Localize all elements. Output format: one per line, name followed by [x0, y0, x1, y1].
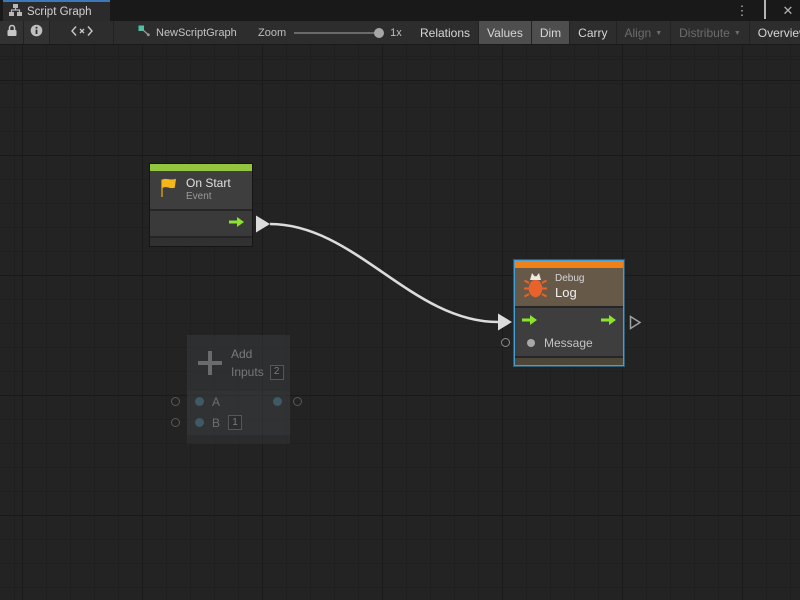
message-port-label: Message — [544, 336, 593, 350]
flow-output-port[interactable] — [228, 215, 245, 233]
port-a-outer-ring[interactable] — [171, 397, 180, 406]
graph-reference[interactable]: NewScriptGraph — [138, 21, 237, 44]
input-port-a[interactable] — [195, 397, 204, 406]
event-color-bar — [150, 164, 252, 171]
node-title: Add — [231, 347, 284, 362]
port-row-a: A — [187, 391, 290, 412]
connection-wire — [0, 45, 800, 600]
window-controls: ⋮ ✕ — [734, 0, 796, 21]
add-preview-body: A B 1 — [187, 391, 290, 435]
graph-canvas[interactable]: On Start Event — [0, 45, 800, 600]
on-start-body — [150, 209, 252, 236]
lock-button[interactable] — [0, 21, 24, 44]
script-graph-icon — [9, 3, 22, 21]
bug-icon — [523, 270, 548, 304]
on-start-footer — [150, 236, 252, 246]
port-b-value-field[interactable]: 1 — [228, 415, 242, 430]
plus-icon — [197, 350, 223, 376]
info-icon — [30, 24, 43, 42]
distribute-dropdown[interactable]: Distribute ▼ — [671, 21, 750, 44]
wire-start-arrowhead — [256, 216, 270, 233]
distribute-label: Distribute — [679, 26, 730, 40]
node-subtitle: Event — [186, 191, 231, 204]
title-bar: Script Graph ⋮ ✕ — [0, 0, 800, 21]
debug-log-body: Message — [515, 306, 623, 356]
align-dropdown[interactable]: Align ▼ — [617, 21, 672, 44]
inputs-count-field[interactable]: 2 — [270, 365, 284, 380]
toolbar-left-group — [0, 21, 114, 44]
wire-end-arrowhead — [498, 314, 512, 331]
add-preview-footer — [187, 435, 290, 444]
info-button[interactable] — [24, 21, 50, 44]
zoom-slider-handle[interactable] — [374, 28, 384, 38]
relations-button[interactable]: Relations — [412, 21, 479, 44]
lock-icon — [6, 24, 18, 42]
graph-toolbar: NewScriptGraph Zoom 1x Relations Values … — [0, 21, 800, 45]
close-icon[interactable]: ✕ — [780, 0, 796, 21]
input-port-b[interactable] — [195, 418, 204, 427]
flow-output-port[interactable] — [600, 313, 617, 331]
debug-log-footer — [515, 356, 623, 365]
values-button[interactable]: Values — [479, 21, 532, 44]
message-input-port[interactable] — [527, 339, 535, 347]
code-brackets-icon — [71, 24, 93, 42]
flow-input-port[interactable] — [521, 313, 538, 331]
align-label: Align — [625, 26, 652, 40]
port-b-outer-ring[interactable] — [171, 418, 180, 427]
output-port[interactable] — [273, 397, 282, 406]
zoom-label: Zoom — [258, 27, 286, 39]
graph-name-label: NewScriptGraph — [156, 27, 237, 39]
zoom-control: Zoom 1x — [258, 21, 402, 44]
maximize-icon[interactable] — [757, 0, 773, 21]
node-title: On Start — [186, 176, 231, 191]
code-view-button[interactable] — [50, 21, 114, 44]
carry-button[interactable]: Carry — [570, 21, 616, 44]
zoom-slider[interactable] — [294, 32, 382, 34]
node-add-preview[interactable]: Add Inputs 2 A B 1 — [187, 335, 290, 444]
flow-output-outer-triangle[interactable] — [629, 315, 642, 330]
chevron-down-icon: ▼ — [734, 30, 741, 37]
inputs-label: Inputs — [231, 365, 264, 380]
on-start-header: On Start Event — [150, 171, 252, 209]
node-title: Log — [555, 285, 584, 301]
debug-color-bar — [515, 261, 623, 268]
message-port-outer-ring[interactable] — [501, 338, 510, 347]
tab-script-graph[interactable]: Script Graph — [3, 0, 110, 21]
node-subtitle: Debug — [555, 273, 584, 286]
more-menu-icon[interactable]: ⋮ — [734, 0, 750, 21]
dim-button[interactable]: Dim — [532, 21, 570, 44]
overview-button[interactable]: Overview — [750, 21, 800, 44]
graph-asset-icon — [138, 24, 150, 42]
debug-log-header: Debug Log — [515, 268, 623, 306]
tab-title: Script Graph — [27, 6, 92, 18]
port-row-b: B 1 — [187, 412, 290, 433]
output-port-outer-ring[interactable] — [293, 397, 302, 406]
add-preview-header: Add Inputs 2 — [187, 335, 290, 391]
flag-icon — [158, 176, 179, 205]
node-on-start[interactable]: On Start Event — [149, 163, 253, 247]
node-debug-log[interactable]: Debug Log — [514, 260, 624, 366]
port-a-label: A — [212, 395, 220, 409]
port-b-label: B — [212, 416, 220, 430]
script-graph-window: Script Graph ⋮ ✕ — [0, 0, 800, 600]
zoom-value: 1x — [390, 27, 402, 39]
chevron-down-icon: ▼ — [655, 30, 662, 37]
toolbar-right-group: Relations Values Dim Carry Align ▼ Distr… — [412, 21, 800, 44]
